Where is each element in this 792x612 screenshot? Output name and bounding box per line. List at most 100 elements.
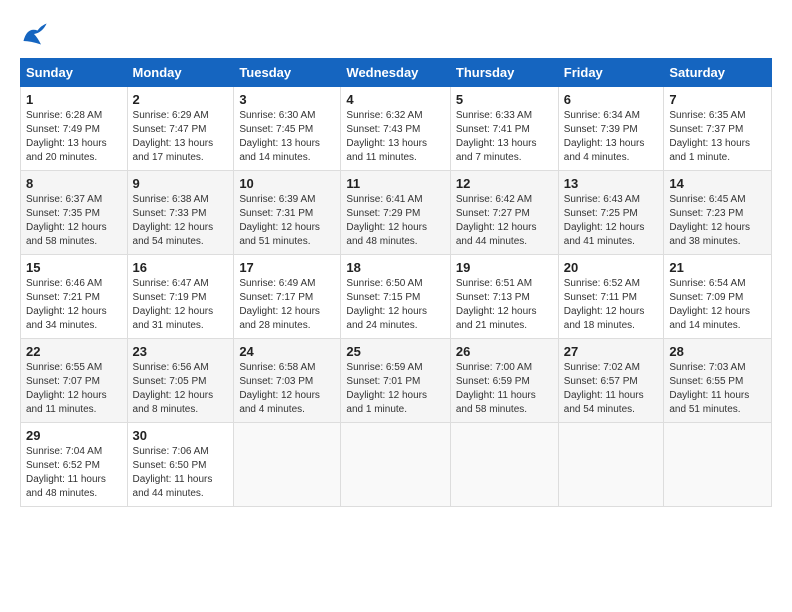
day-number: 2 — [133, 92, 229, 107]
calendar-cell — [450, 423, 558, 507]
calendar-cell: 2 Sunrise: 6:29 AMSunset: 7:47 PMDaylight… — [127, 87, 234, 171]
calendar-row: 15 Sunrise: 6:46 AMSunset: 7:21 PMDayligh… — [21, 255, 772, 339]
day-number: 19 — [456, 260, 553, 275]
calendar-cell: 28 Sunrise: 7:03 AMSunset: 6:55 PMDayligh… — [664, 339, 772, 423]
day-info: Sunrise: 7:06 AMSunset: 6:50 PMDaylight:… — [133, 445, 229, 501]
day-number: 10 — [239, 176, 335, 191]
day-number: 29 — [26, 428, 122, 443]
page-header — [20, 20, 772, 48]
calendar-cell: 17Sunrise: 6:49 AMSunset: 7:17 PMDayligh… — [234, 255, 341, 339]
calendar-row: 22 Sunrise: 6:55 AMSunset: 7:07 PMDayligh… — [21, 339, 772, 423]
day-number: 5 — [456, 92, 553, 107]
calendar-cell: 22 Sunrise: 6:55 AMSunset: 7:07 PMDayligh… — [21, 339, 128, 423]
day-info: Sunrise: 6:46 AMSunset: 7:21 PMDaylight:… — [26, 277, 122, 333]
day-number: 24 — [239, 344, 335, 359]
header-monday: Monday — [127, 59, 234, 87]
day-info: Sunrise: 6:33 AMSunset: 7:41 PMDaylight:… — [456, 109, 553, 165]
day-info: Sunrise: 7:00 AMSunset: 6:59 PMDaylight:… — [456, 361, 553, 417]
header-thursday: Thursday — [450, 59, 558, 87]
calendar-cell: 24 Sunrise: 6:58 AMSunset: 7:03 PMDayligh… — [234, 339, 341, 423]
calendar-cell: 8 Sunrise: 6:37 AMSunset: 7:35 PMDaylight… — [21, 171, 128, 255]
header-saturday: Saturday — [664, 59, 772, 87]
calendar-cell: 11 Sunrise: 6:41 AMSunset: 7:29 PMDayligh… — [341, 171, 450, 255]
calendar-cell — [341, 423, 450, 507]
calendar-cell: 10 Sunrise: 6:39 AMSunset: 7:31 PMDayligh… — [234, 171, 341, 255]
calendar-cell: 9 Sunrise: 6:38 AMSunset: 7:33 PMDaylight… — [127, 171, 234, 255]
day-info: Sunrise: 6:45 AMSunset: 7:23 PMDaylight:… — [669, 193, 766, 249]
day-number: 23 — [133, 344, 229, 359]
day-number: 16 — [133, 260, 229, 275]
day-number: 4 — [346, 92, 444, 107]
day-number: 15 — [26, 260, 122, 275]
calendar-cell: 20 Sunrise: 6:52 AMSunset: 7:11 PMDayligh… — [558, 255, 664, 339]
day-info: Sunrise: 6:39 AMSunset: 7:31 PMDaylight:… — [239, 193, 335, 249]
calendar-cell: 4Sunrise: 6:32 AMSunset: 7:43 PMDaylight… — [341, 87, 450, 171]
calendar-cell: 26 Sunrise: 7:00 AMSunset: 6:59 PMDayligh… — [450, 339, 558, 423]
calendar-cell: 15 Sunrise: 6:46 AMSunset: 7:21 PMDayligh… — [21, 255, 128, 339]
calendar-cell: 6 Sunrise: 6:34 AMSunset: 7:39 PMDaylight… — [558, 87, 664, 171]
day-info: Sunrise: 6:38 AMSunset: 7:33 PMDaylight:… — [133, 193, 229, 249]
calendar-cell: 16 Sunrise: 6:47 AMSunset: 7:19 PMDayligh… — [127, 255, 234, 339]
logo — [20, 20, 54, 48]
day-info: Sunrise: 6:34 AMSunset: 7:39 PMDaylight:… — [564, 109, 659, 165]
calendar-cell — [664, 423, 772, 507]
day-number: 20 — [564, 260, 659, 275]
day-number: 22 — [26, 344, 122, 359]
day-info: Sunrise: 6:41 AMSunset: 7:29 PMDaylight:… — [346, 193, 444, 249]
calendar-header-row: SundayMondayTuesdayWednesdayThursdayFrid… — [21, 59, 772, 87]
day-number: 7 — [669, 92, 766, 107]
calendar-cell: 5 Sunrise: 6:33 AMSunset: 7:41 PMDaylight… — [450, 87, 558, 171]
calendar-cell — [234, 423, 341, 507]
day-info: Sunrise: 6:42 AMSunset: 7:27 PMDaylight:… — [456, 193, 553, 249]
day-number: 17 — [239, 260, 335, 275]
day-info: Sunrise: 6:55 AMSunset: 7:07 PMDaylight:… — [26, 361, 122, 417]
day-info: Sunrise: 6:30 AMSunset: 7:45 PMDaylight:… — [239, 109, 335, 165]
day-info: Sunrise: 6:35 AMSunset: 7:37 PMDaylight:… — [669, 109, 766, 165]
calendar-table: SundayMondayTuesdayWednesdayThursdayFrid… — [20, 58, 772, 507]
day-number: 9 — [133, 176, 229, 191]
calendar-cell: 7 Sunrise: 6:35 AMSunset: 7:37 PMDaylight… — [664, 87, 772, 171]
calendar-cell: 14Sunrise: 6:45 AMSunset: 7:23 PMDayligh… — [664, 171, 772, 255]
day-info: Sunrise: 6:47 AMSunset: 7:19 PMDaylight:… — [133, 277, 229, 333]
calendar-cell: 21 Sunrise: 6:54 AMSunset: 7:09 PMDayligh… — [664, 255, 772, 339]
day-number: 1 — [26, 92, 122, 107]
day-info: Sunrise: 7:04 AMSunset: 6:52 PMDaylight:… — [26, 445, 122, 501]
day-info: Sunrise: 6:56 AMSunset: 7:05 PMDaylight:… — [133, 361, 229, 417]
day-info: Sunrise: 7:02 AMSunset: 6:57 PMDaylight:… — [564, 361, 659, 417]
header-tuesday: Tuesday — [234, 59, 341, 87]
calendar-cell: 19 Sunrise: 6:51 AMSunset: 7:13 PMDayligh… — [450, 255, 558, 339]
day-info: Sunrise: 6:28 AMSunset: 7:49 PMDaylight:… — [26, 109, 122, 165]
calendar-cell: 18Sunrise: 6:50 AMSunset: 7:15 PMDayligh… — [341, 255, 450, 339]
header-wednesday: Wednesday — [341, 59, 450, 87]
calendar-cell: 25Sunrise: 6:59 AMSunset: 7:01 PMDayligh… — [341, 339, 450, 423]
header-sunday: Sunday — [21, 59, 128, 87]
day-info: Sunrise: 6:52 AMSunset: 7:11 PMDaylight:… — [564, 277, 659, 333]
calendar-cell: 3 Sunrise: 6:30 AMSunset: 7:45 PMDaylight… — [234, 87, 341, 171]
day-info: Sunrise: 6:59 AMSunset: 7:01 PMDaylight:… — [346, 361, 444, 417]
calendar-row: 8 Sunrise: 6:37 AMSunset: 7:35 PMDaylight… — [21, 171, 772, 255]
calendar-cell: 1 Sunrise: 6:28 AMSunset: 7:49 PMDaylight… — [21, 87, 128, 171]
day-number: 28 — [669, 344, 766, 359]
day-number: 3 — [239, 92, 335, 107]
header-friday: Friday — [558, 59, 664, 87]
day-info: Sunrise: 6:54 AMSunset: 7:09 PMDaylight:… — [669, 277, 766, 333]
calendar-row: 29 Sunrise: 7:04 AMSunset: 6:52 PMDayligh… — [21, 423, 772, 507]
day-number: 26 — [456, 344, 553, 359]
day-number: 8 — [26, 176, 122, 191]
day-info: Sunrise: 6:58 AMSunset: 7:03 PMDaylight:… — [239, 361, 335, 417]
calendar-cell: 27Sunrise: 7:02 AMSunset: 6:57 PMDayligh… — [558, 339, 664, 423]
day-number: 12 — [456, 176, 553, 191]
day-number: 21 — [669, 260, 766, 275]
day-info: Sunrise: 6:37 AMSunset: 7:35 PMDaylight:… — [26, 193, 122, 249]
day-info: Sunrise: 6:51 AMSunset: 7:13 PMDaylight:… — [456, 277, 553, 333]
day-number: 13 — [564, 176, 659, 191]
day-number: 30 — [133, 428, 229, 443]
day-info: Sunrise: 6:43 AMSunset: 7:25 PMDaylight:… — [564, 193, 659, 249]
day-info: Sunrise: 7:03 AMSunset: 6:55 PMDaylight:… — [669, 361, 766, 417]
calendar-cell: 12 Sunrise: 6:42 AMSunset: 7:27 PMDayligh… — [450, 171, 558, 255]
calendar-cell: 30 Sunrise: 7:06 AMSunset: 6:50 PMDayligh… — [127, 423, 234, 507]
day-info: Sunrise: 6:29 AMSunset: 7:47 PMDaylight:… — [133, 109, 229, 165]
day-number: 11 — [346, 176, 444, 191]
day-number: 6 — [564, 92, 659, 107]
calendar-cell: 29 Sunrise: 7:04 AMSunset: 6:52 PMDayligh… — [21, 423, 128, 507]
